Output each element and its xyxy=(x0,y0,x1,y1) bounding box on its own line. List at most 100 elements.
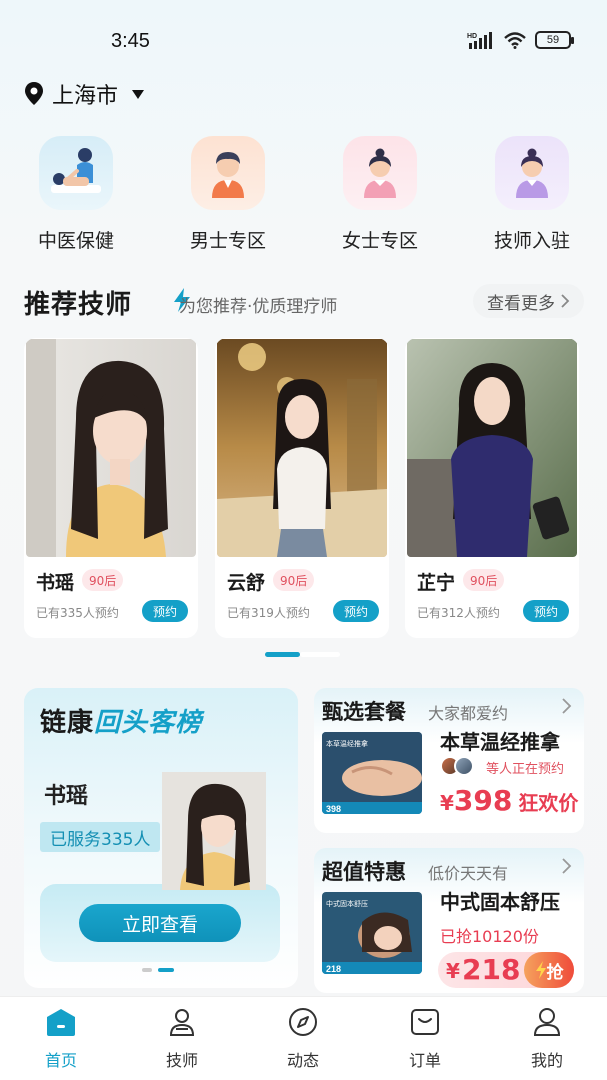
order-icon xyxy=(411,1009,439,1035)
price-tag: 狂欢价 xyxy=(518,791,579,815)
package-price: ¥398 狂欢价 xyxy=(440,784,578,817)
indicator-active xyxy=(265,652,300,657)
package-image: 本草温经推拿 398 xyxy=(322,732,422,814)
deal-subtitle: 低价天天有 xyxy=(428,864,509,883)
male-avatar-icon xyxy=(191,136,265,210)
status-bar: 3:45 HD 59 xyxy=(0,0,607,80)
package-title: 甄选套餐 xyxy=(322,700,406,724)
package-name: 本草温经推拿 xyxy=(440,730,560,754)
age-badge: 90后 xyxy=(273,569,315,591)
therapist-carousel: 书瑶 90后 已有335人预约 预约 云舒 90后 已有319人预约 预约 芷宁… xyxy=(24,338,584,638)
chevron-down-icon xyxy=(132,89,145,99)
indicator-inactive xyxy=(142,968,152,972)
battery-icon: 59 xyxy=(535,31,574,49)
therapist-photo xyxy=(217,339,387,557)
deal-price-pill[interactable]: ¥ 218 抢 xyxy=(438,952,574,988)
book-button[interactable]: 预约 xyxy=(142,600,188,622)
package-image-caption: 本草温经推拿 xyxy=(326,739,368,748)
booking-note: 等人正在预约 xyxy=(486,762,565,777)
tab-orders[interactable]: 订单 xyxy=(385,1007,465,1071)
view-more-button[interactable]: 查看更多 xyxy=(473,284,584,318)
booker-avatars xyxy=(440,756,474,776)
location-pin-icon xyxy=(25,82,43,105)
tab-home[interactable]: 首页 xyxy=(21,1007,101,1071)
therapist-card[interactable]: 芷宁 90后 已有312人预约 预约 xyxy=(405,338,579,638)
indicator-active xyxy=(158,968,174,972)
board-title-prefix: 链康 xyxy=(40,708,95,738)
signal-icon: HD xyxy=(467,32,492,49)
chevron-right-icon xyxy=(561,294,570,308)
chevron-right-icon xyxy=(562,858,572,874)
location-selector[interactable]: 上海市 xyxy=(24,78,145,110)
served-count-badge: 已服务335人 xyxy=(40,822,161,852)
deal-image: 中式固本舒压 218 xyxy=(322,892,422,974)
status-icons: HD 59 xyxy=(467,31,574,49)
therapist-name: 书瑶 xyxy=(36,572,75,594)
deal-image-caption: 中式固本舒压 xyxy=(326,899,368,908)
grab-label: 抢 xyxy=(546,962,564,983)
indicator-inactive xyxy=(300,652,340,657)
value-deal-card[interactable]: 超值特惠 低价天天有 中式固本舒压 218 中式固本舒压 已抢10120份 ¥ … xyxy=(314,848,584,993)
profile-icon xyxy=(533,1008,561,1036)
package-subtitle: 大家都爱约 xyxy=(428,704,509,723)
deal-name: 中式固本舒压 xyxy=(440,890,560,914)
book-button[interactable]: 预约 xyxy=(333,600,379,622)
category-women[interactable]: 女士专区 xyxy=(325,136,435,253)
tab-feed[interactable]: 动态 xyxy=(263,1007,343,1071)
tab-profile[interactable]: 我的 xyxy=(507,1007,587,1071)
board-title: 链康回头客榜 xyxy=(40,702,202,739)
therapist-join-icon xyxy=(495,136,569,210)
category-nav: 中医保健 男士专区 女士专区 技师入驻 xyxy=(0,136,607,256)
therapist-photo xyxy=(407,339,577,557)
booked-count: 已有319人预约 xyxy=(227,606,310,620)
lightning-icon xyxy=(535,961,546,979)
grabbed-count: 已抢10120份 xyxy=(440,927,539,946)
repeat-customer-board[interactable]: 链康回头客榜 书瑶 已服务335人 立即查看 xyxy=(24,688,298,988)
therapist-name: 云舒 xyxy=(227,572,266,594)
therapist-icon xyxy=(169,1009,195,1036)
view-more-label: 查看更多 xyxy=(487,293,555,314)
category-tcm[interactable]: 中医保健 xyxy=(21,136,131,253)
deal-title: 超值特惠 xyxy=(322,860,406,884)
book-button[interactable]: 预约 xyxy=(523,600,569,622)
tab-therapist[interactable]: 技师 xyxy=(142,1007,222,1071)
category-label: 女士专区 xyxy=(341,230,418,252)
board-indicator xyxy=(142,968,174,972)
massage-icon xyxy=(39,136,113,210)
deal-image-price: 218 xyxy=(326,964,341,974)
section-title: 推荐技师 xyxy=(24,290,133,320)
tab-label: 技师 xyxy=(165,1051,198,1070)
category-label: 男士专区 xyxy=(189,230,266,252)
price-value: 398 xyxy=(453,784,513,817)
grab-button[interactable]: 抢 xyxy=(524,952,574,988)
carousel-indicator xyxy=(265,652,340,657)
board-therapist-photo xyxy=(162,772,266,890)
chevron-right-icon xyxy=(562,698,572,714)
category-label: 中医保健 xyxy=(37,230,114,252)
avatar xyxy=(454,756,474,776)
city-name: 上海市 xyxy=(52,84,119,109)
category-men[interactable]: 男士专区 xyxy=(173,136,283,253)
female-avatar-icon xyxy=(343,136,417,210)
age-badge: 90后 xyxy=(82,569,124,591)
home-icon xyxy=(47,1009,75,1036)
board-therapist-name: 书瑶 xyxy=(44,784,89,809)
compass-icon xyxy=(289,1008,317,1036)
booked-count: 已有335人预约 xyxy=(36,606,119,620)
clock: 3:45 xyxy=(111,30,150,52)
price-value: 218 xyxy=(462,953,521,986)
selected-package-card[interactable]: 甄选套餐 大家都爱约 本草温经推拿 398 本草温经推拿 等人正在预约 ¥398… xyxy=(314,688,584,833)
therapist-name: 芷宁 xyxy=(417,572,456,594)
battery-level: 59 xyxy=(546,34,560,46)
view-now-button[interactable]: 立即查看 xyxy=(79,904,241,942)
age-badge: 90后 xyxy=(463,569,505,591)
tab-label: 动态 xyxy=(286,1051,319,1070)
package-image-price: 398 xyxy=(326,804,341,814)
booked-count: 已有312人预约 xyxy=(417,606,500,620)
category-join[interactable]: 技师入驻 xyxy=(477,136,587,253)
category-label: 技师入驻 xyxy=(493,230,570,252)
therapist-card[interactable]: 云舒 90后 已有319人预约 预约 xyxy=(215,338,389,638)
therapist-card[interactable]: 书瑶 90后 已有335人预约 预约 xyxy=(24,338,198,638)
wifi-icon xyxy=(504,32,526,49)
tab-label: 订单 xyxy=(408,1051,441,1070)
